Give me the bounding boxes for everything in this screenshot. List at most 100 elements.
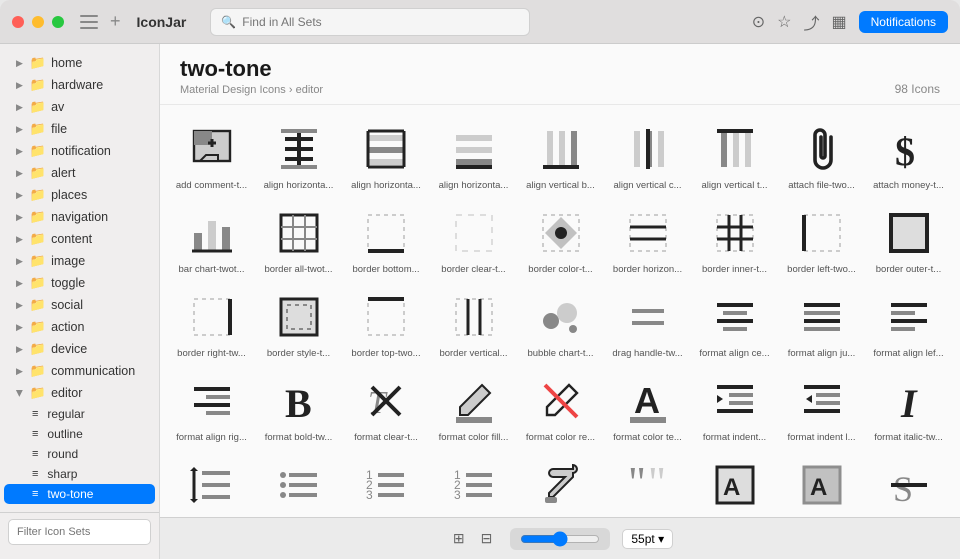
icon-cell-border-left[interactable]: border left-two... — [778, 197, 865, 281]
sidebar-subitem-round[interactable]: ≡ round — [4, 444, 155, 464]
icon-cell-format-indent-decrease[interactable]: format indent l... — [778, 365, 865, 449]
notifications-button[interactable]: Notifications — [859, 11, 948, 33]
icon-cell-format-align-right[interactable]: format align rig... — [168, 365, 255, 449]
icon-cell-format-bold[interactable]: B format bold-tw... — [255, 365, 342, 449]
sidebar-subitem-two-tone[interactable]: ≡ two-tone — [4, 484, 155, 504]
icon-cell-format-paint[interactable]: format paint-t... — [517, 449, 604, 517]
sidebar-item-hardware[interactable]: ▶ 📁 hardware — [4, 74, 155, 96]
sidebar: ▶ 📁 home ▶ 📁 hardware ▶ 📁 av ▶ 📁 file ▶ — [0, 44, 160, 559]
grid-small-view-button[interactable]: ⊞ — [447, 527, 471, 550]
sidebar-item-notification[interactable]: ▶ 📁 notification — [4, 140, 155, 162]
icon-cell-border-clear[interactable]: border clear-t... — [430, 197, 517, 281]
icon-cell-format-clear[interactable]: T format clear-t... — [342, 365, 430, 449]
icon-cell-bubble-chart[interactable]: bubble chart-t... — [517, 281, 604, 365]
sidebar-item-image[interactable]: ▶ 📁 image — [4, 250, 155, 272]
sidebar-item-communication[interactable]: ▶ 📁 communication — [4, 360, 155, 382]
icon-cell-border-color[interactable]: border color-t... — [517, 197, 604, 281]
icon-cell-format-line-spacing[interactable]: format line spa... — [168, 449, 255, 517]
icon-image: A — [794, 457, 849, 512]
svg-text:$: $ — [895, 129, 915, 173]
size-slider[interactable] — [520, 531, 600, 547]
icon-cell-format-list-numbered[interactable]: 123 format list num... — [342, 449, 430, 517]
icon-cell-align-h1[interactable]: align horizonta... — [255, 113, 342, 197]
icon-cell-format-align-center[interactable]: format align ce... — [691, 281, 778, 365]
sidebar-item-av[interactable]: ▶ 📁 av — [4, 96, 155, 118]
icon-cell-drag-handle[interactable]: drag handle-tw... — [604, 281, 691, 365]
icon-label: format align rig... — [172, 432, 251, 443]
sidebar-item-file[interactable]: ▶ 📁 file — [4, 118, 155, 140]
doc-icon: ≡ — [32, 488, 38, 500]
sidebar-toggle-button[interactable] — [80, 15, 98, 29]
icon-cell-border-bottom[interactable]: border bottom... — [342, 197, 430, 281]
icon-cell-format-indent[interactable]: format indent... — [691, 365, 778, 449]
svg-text:I: I — [900, 381, 918, 425]
sidebar-item-home[interactable]: ▶ 📁 home — [4, 52, 155, 74]
search-bar[interactable]: 🔍 — [210, 8, 530, 36]
icon-cell-format-color-text[interactable]: A format color te... — [604, 365, 691, 449]
icon-image — [184, 289, 239, 344]
sidebar-item-alert[interactable]: ▶ 📁 alert — [4, 162, 155, 184]
icon-cell-add-comment[interactable]: add comment-t... — [168, 113, 255, 197]
icon-cell-format-shapes[interactable]: A format shape-... — [691, 449, 778, 517]
icon-cell-format-italic[interactable]: I format italic-tw... — [865, 365, 952, 449]
icon-cell-format-align-left[interactable]: format align lef... — [865, 281, 952, 365]
view-icon[interactable]: ⊙ — [752, 12, 765, 32]
icon-cell-format-color-reset[interactable]: format color re... — [517, 365, 604, 449]
layout-icon[interactable]: ▦ — [832, 12, 847, 32]
search-icon: 🔍 — [221, 15, 236, 29]
close-button[interactable] — [12, 16, 24, 28]
sidebar-subitem-outline[interactable]: ≡ outline — [4, 424, 155, 444]
sidebar-item-device[interactable]: ▶ 📁 device — [4, 338, 155, 360]
icon-label: format align ce... — [695, 348, 774, 359]
icon-cell-align-vt[interactable]: align vertical t... — [691, 113, 778, 197]
search-input[interactable] — [242, 15, 519, 29]
icon-cell-align-h2[interactable]: align horizonta... — [342, 113, 430, 197]
icon-label: attach money-t... — [869, 180, 948, 191]
icon-cell-border-outer[interactable]: border outer-t... — [865, 197, 952, 281]
sidebar-item-content[interactable]: ▶ 📁 content — [4, 228, 155, 250]
star-icon[interactable]: ☆ — [777, 12, 791, 32]
icon-cell-border-vert[interactable]: border vertical... — [430, 281, 517, 365]
sidebar-item-editor[interactable]: ▶ 📁 editor — [4, 382, 155, 404]
icon-label: border color-t... — [521, 264, 600, 275]
icon-cell-attach-file[interactable]: attach file-two... — [778, 113, 865, 197]
sidebar-item-social[interactable]: ▶ 📁 social — [4, 294, 155, 316]
icon-cell-align-vc[interactable]: align vertical c... — [604, 113, 691, 197]
folder-icon: 📁 — [30, 297, 46, 313]
maximize-button[interactable] — [52, 16, 64, 28]
icon-image — [707, 289, 762, 344]
sidebar-item-navigation[interactable]: ▶ 📁 navigation — [4, 206, 155, 228]
icon-label: format clear-t... — [346, 432, 426, 443]
icon-cell-border-horiz[interactable]: border horizon... — [604, 197, 691, 281]
icon-cell-border-all[interactable]: border all-twot... — [255, 197, 342, 281]
share-icon[interactable]: ⤴ — [803, 10, 819, 34]
icon-cell-bar-chart[interactable]: bar chart-twot... — [168, 197, 255, 281]
size-dropdown[interactable]: 55pt ▾ — [622, 529, 673, 549]
icon-cell-attach-money[interactable]: $ attach money-t... — [865, 113, 952, 197]
sidebar-subitem-regular[interactable]: ≡ regular — [4, 404, 155, 424]
icon-cell-align-vb[interactable]: align vertical b... — [517, 113, 604, 197]
icon-cell-border-top[interactable]: border top-two... — [342, 281, 430, 365]
icon-cell-format-align-justify[interactable]: format align ju... — [778, 281, 865, 365]
breadcrumb-parent[interactable]: Material Design Icons — [180, 84, 286, 96]
chevron-right-icon: ▶ — [16, 212, 23, 223]
chevron-right-icon: ▶ — [16, 322, 23, 333]
sidebar-item-places[interactable]: ▶ 📁 places — [4, 184, 155, 206]
icon-cell-border-style[interactable]: border style-t... — [255, 281, 342, 365]
icon-cell-format-quote[interactable]: "" format quote-t... — [604, 449, 691, 517]
icon-cell-format-list-numbered2[interactable]: 123 format list num... — [430, 449, 517, 517]
sidebar-item-action[interactable]: ▶ 📁 action — [4, 316, 155, 338]
icon-cell-border-right[interactable]: border right-tw... — [168, 281, 255, 365]
new-tab-button[interactable]: + — [110, 11, 121, 32]
icon-cell-border-inner[interactable]: border inner-t... — [691, 197, 778, 281]
icon-cell-align-h3[interactable]: align horizonta... — [430, 113, 517, 197]
filter-input[interactable] — [8, 519, 151, 545]
icon-cell-format-color-fill[interactable]: format color fill... — [430, 365, 517, 449]
sidebar-item-toggle[interactable]: ▶ 📁 toggle — [4, 272, 155, 294]
minimize-button[interactable] — [32, 16, 44, 28]
sidebar-subitem-sharp[interactable]: ≡ sharp — [4, 464, 155, 484]
grid-large-view-button[interactable]: ⊟ — [475, 527, 499, 550]
icon-cell-format-shapes2[interactable]: A format shape-... — [778, 449, 865, 517]
icon-cell-format-list-bulleted[interactable]: format list bull... — [255, 449, 342, 517]
icon-cell-format-strikethrough[interactable]: S fo r mat str-balti... — [865, 449, 952, 517]
